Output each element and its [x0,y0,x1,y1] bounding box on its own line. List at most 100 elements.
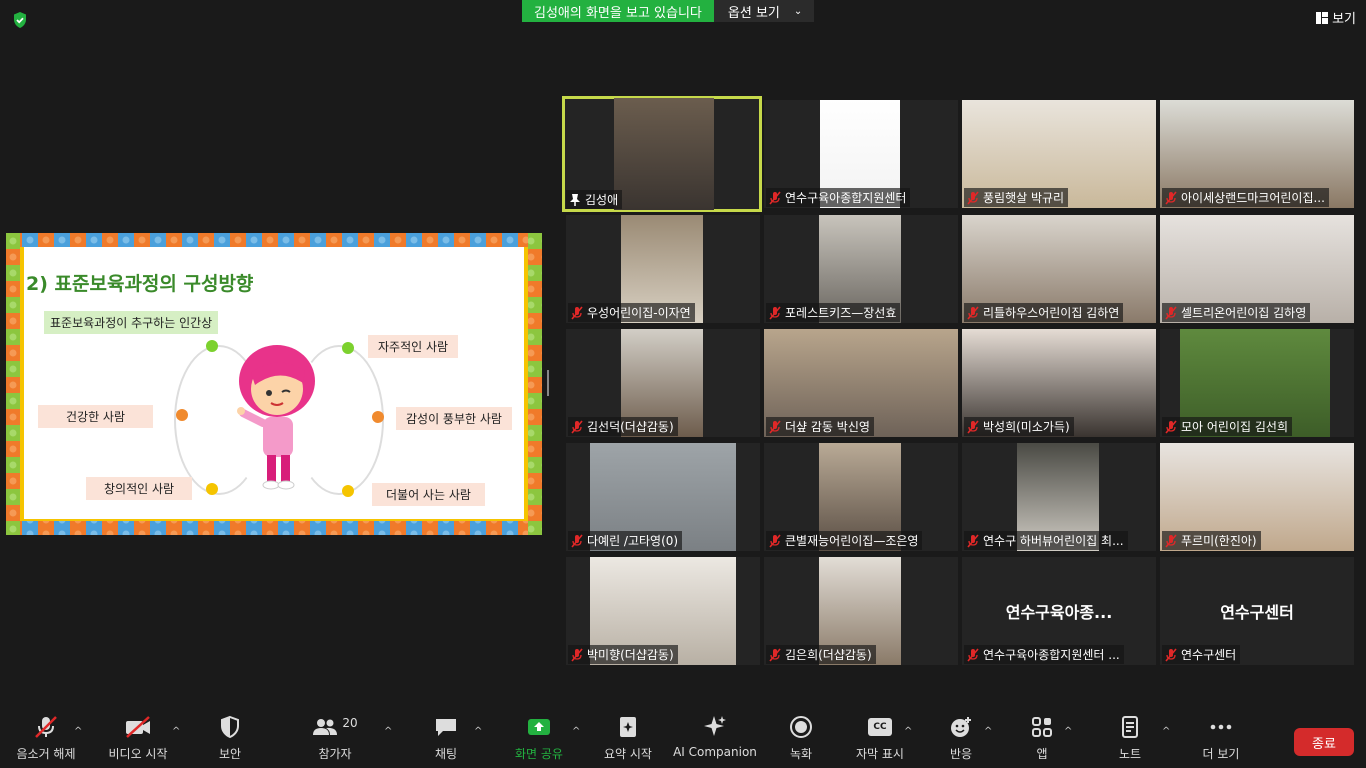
participant-name-tag: 풍림햇살 박규리 [964,188,1069,207]
video-options-caret[interactable]: ^ [172,726,180,737]
screen-share-banner: 김성애의 화면을 보고 있습니다 옵션 보기 ⌄ [522,0,815,22]
trait-emotional: 감성이 풍부한 사람 [396,407,512,430]
participant-tile[interactable]: 푸르미(한진아) [1160,443,1354,551]
reactions-button[interactable]: 반응 [938,712,984,768]
participant-name-tag: 연수구센터 [1162,645,1241,664]
participant-tile[interactable]: 더샾 감동 박신영 [764,329,958,437]
participant-tile[interactable]: 풍림햇살 박규리 [962,100,1156,208]
participant-name-tag: 우성어린이집-이자연 [568,303,695,322]
view-button-label: 보기 [1332,12,1356,27]
participant-tile[interactable]: 연수구육아종... 연수구육아종합지원센터 ... [962,557,1156,665]
mic-muted-icon [769,190,781,205]
participant-tile[interactable]: 연수구 하버뷰어린이집 최... [962,443,1156,551]
apps-options-caret[interactable]: ^ [1064,726,1072,737]
unmute-label: 음소거 해제 [16,747,76,761]
participant-tile[interactable]: 아이세상랜드마크어린이집... [1160,100,1354,208]
participant-tile[interactable]: 다예린 /고타영(0) [566,443,760,551]
chat-button[interactable]: 채팅 [416,712,476,768]
participant-video [614,98,714,210]
participant-tile[interactable]: 모아 어린이집 김선희 [1160,329,1354,437]
participants-button[interactable]: 20 참가자 [300,712,370,768]
trait-living-together: 더불어 사는 사람 [372,483,485,506]
security-label: 보안 [218,747,242,761]
participant-name: 김선덕(더샵감동) [587,420,674,434]
participant-name-tag: 김은희(더샵감동) [766,645,876,664]
summary-icon [620,717,636,737]
participant-name-tag: 모아 어린이집 김선희 [1162,417,1292,436]
participant-tile[interactable]: 박미향(더샵감동) [566,557,760,665]
share-screen-button[interactable]: 화면 공유 [506,712,572,768]
participant-tile[interactable]: 박성희(미소가득) [962,329,1156,437]
apps-button[interactable]: 앱 [1020,712,1064,768]
participant-name-tag: 푸르미(한진아) [1162,531,1261,550]
mic-muted-icon [967,190,979,205]
dot-yellow-right [342,485,354,497]
chat-options-caret[interactable]: ^ [474,726,482,737]
participant-name-tag: 리틀하우스어린이집 김하연 [964,303,1124,322]
meeting-toolbar: 음소거 해제 ^ 비디오 시작 ^ 보안 20 참가자 ^ 채팅 ^ 화면 공유 [0,712,1366,768]
encryption-shield-icon[interactable] [10,10,30,30]
dot-yellow-left [206,483,218,495]
more-button[interactable]: 더 보기 [1190,712,1252,768]
reactions-emoji-icon [951,717,971,737]
security-button[interactable]: 보안 [200,712,260,768]
view-button[interactable]: 보기 [1316,8,1356,27]
participant-name-tag: 박미향(더샵감동) [568,645,678,664]
notes-icon [1122,716,1138,738]
start-summary-button[interactable]: 요약 시작 [596,712,660,768]
end-meeting-button[interactable]: 종료 [1294,728,1354,756]
trait-autonomous: 자주적인 사람 [368,335,459,358]
viewing-screen-label: 김성애의 화면을 보고 있습니다 [522,0,714,22]
notes-label: 노트 [1118,747,1142,761]
participant-name-tag: 큰별재능어린이집—조은영 [766,531,923,550]
notes-button[interactable]: 노트 [1108,712,1152,768]
mic-muted-icon [967,647,979,662]
participant-tile[interactable]: 포레스트키즈—장선효 [764,215,958,323]
notes-options-caret[interactable]: ^ [1162,726,1170,737]
mic-muted-icon [967,419,979,434]
mic-muted-icon [1165,305,1177,320]
audio-options-caret[interactable]: ^ [74,726,82,737]
participant-name: 셀트리온어린이집 김하영 [1181,306,1307,320]
slide-content: 2) 표준보육과정의 구성방향 표준보육과정이 추구하는 인간상 자주적인 사람… [24,247,524,519]
participant-tile[interactable]: 김은희(더샵감동) [764,557,958,665]
view-options-button[interactable]: 옵션 보기 ⌄ [713,0,815,22]
unmute-button[interactable]: 음소거 해제 [10,712,82,768]
participant-name: 리틀하우스어린이집 김하연 [983,306,1120,320]
shared-screen: 2) 표준보육과정의 구성방향 표준보육과정이 추구하는 인간상 자주적인 사람… [6,233,542,535]
reactions-options-caret[interactable]: ^ [984,726,992,737]
participants-options-caret[interactable]: ^ [384,726,392,737]
apps-label: 앱 [1036,747,1048,761]
participant-tile[interactable]: 셀트리온어린이집 김하영 [1160,215,1354,323]
split-resize-handle[interactable] [547,370,549,396]
dot-orange-left [176,409,188,421]
ai-companion-button[interactable]: AI Companion [672,712,758,768]
dot-green-left [206,340,218,352]
mic-muted-icon [1165,647,1177,662]
captions-button[interactable]: CC 자막 표시 [850,712,910,768]
participant-display-name: 연수구육아종... [1005,603,1113,622]
share-options-caret[interactable]: ^ [572,726,580,737]
video-off-icon [126,716,150,738]
participant-tile[interactable]: 리틀하우스어린이집 김하연 [962,215,1156,323]
cartoon-girl-illustration [237,345,315,490]
start-video-button[interactable]: 비디오 시작 [102,712,174,768]
participant-tile[interactable]: 큰별재능어린이집—조은영 [764,443,958,551]
participant-name: 김은희(더샵감동) [785,648,872,662]
participant-tile[interactable]: 연수구센터 연수구센터 [1160,557,1354,665]
mic-muted-icon [769,419,781,434]
participant-tile[interactable]: 김성애 [562,96,762,212]
participant-name: 박미향(더샵감동) [587,648,674,662]
ai-sparkle-icon [704,716,726,736]
participant-tile[interactable]: 우성어린이집-이자연 [566,215,760,323]
view-options-label: 옵션 보기 [727,5,780,21]
participant-tile[interactable]: 연수구육아종합지원센터 [764,100,958,208]
captions-options-caret[interactable]: ^ [904,726,912,737]
participant-name: 연수구센터 [1181,648,1237,662]
participants-label: 참가자 [318,747,352,761]
slide-subtitle: 표준보육과정이 추구하는 인간상 [44,311,219,334]
zoom-meeting-window: 김성애의 화면을 보고 있습니다 옵션 보기 ⌄ 보기 2) 표준보육과정의 구… [0,0,1366,768]
participant-tile[interactable]: 김선덕(더샵감동) [566,329,760,437]
record-button[interactable]: 녹화 [772,712,830,768]
reactions-label: 반응 [949,747,973,761]
